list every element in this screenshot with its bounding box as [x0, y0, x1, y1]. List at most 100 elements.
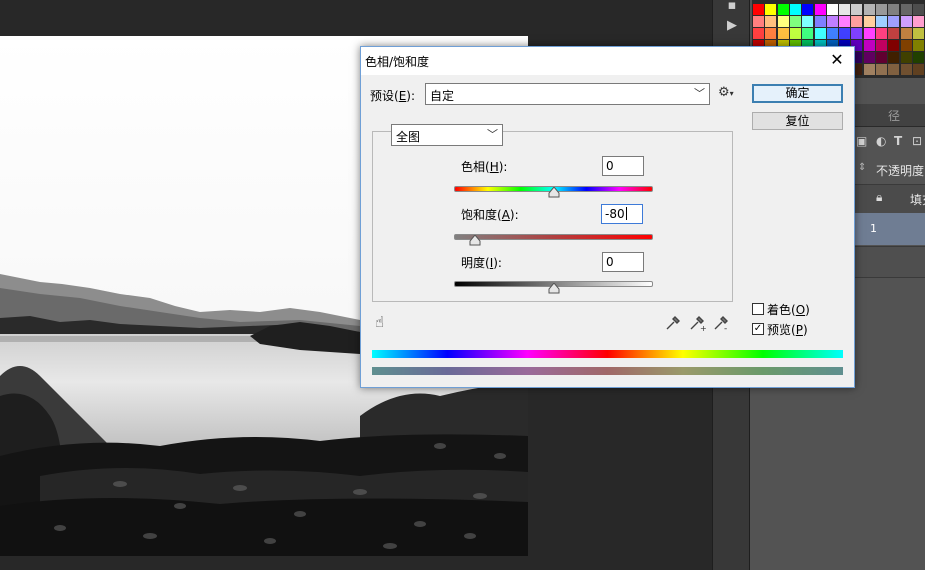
- saturation-label: 饱和度(A):: [461, 208, 519, 222]
- color-swatch[interactable]: [876, 40, 887, 51]
- color-swatch[interactable]: [814, 28, 826, 39]
- color-swatch[interactable]: [765, 28, 777, 39]
- info-icon[interactable]: ▪: [719, 0, 745, 16]
- color-swatch[interactable]: [900, 28, 912, 39]
- saturation-slider-track[interactable]: [454, 234, 653, 240]
- colorize-checkbox[interactable]: [752, 303, 764, 315]
- color-swatch[interactable]: [851, 4, 863, 15]
- color-swatch[interactable]: [839, 28, 851, 39]
- color-swatch[interactable]: [876, 28, 887, 39]
- color-swatch[interactable]: [839, 16, 851, 27]
- color-swatch[interactable]: [900, 4, 912, 15]
- color-swatch[interactable]: [888, 64, 900, 75]
- color-swatch[interactable]: [912, 16, 924, 27]
- hue-label: 色相(H):: [461, 160, 508, 174]
- channel-value: 全图: [396, 130, 421, 144]
- paths-tab[interactable]: 径: [888, 107, 900, 124]
- lock-icon[interactable]: 🔒︎: [876, 190, 882, 205]
- adjustment-filter-icon[interactable]: ▣: [856, 134, 867, 148]
- color-swatch[interactable]: [900, 64, 912, 75]
- color-swatch[interactable]: [863, 64, 875, 75]
- color-swatch[interactable]: [753, 28, 764, 39]
- color-swatch[interactable]: [753, 16, 764, 27]
- color-swatch[interactable]: [888, 16, 900, 27]
- lightness-slider-thumb[interactable]: [548, 283, 560, 294]
- color-swatch[interactable]: [912, 64, 924, 75]
- color-swatch[interactable]: [863, 16, 875, 27]
- lightness-label: 明度(I):: [461, 256, 502, 270]
- color-swatch[interactable]: [900, 16, 912, 27]
- type-filter-icon[interactable]: T: [894, 134, 902, 148]
- lightness-input[interactable]: 0: [602, 252, 644, 272]
- preset-label: 预设(E):: [370, 89, 416, 103]
- close-icon[interactable]: ✕: [828, 51, 846, 69]
- color-swatch[interactable]: [912, 52, 924, 63]
- color-swatch[interactable]: [863, 40, 875, 51]
- color-swatch[interactable]: [912, 28, 924, 39]
- spinner-icon[interactable]: ⇕: [858, 162, 866, 173]
- color-swatch[interactable]: [900, 40, 912, 51]
- channel-select[interactable]: 全图 ﹀: [391, 124, 503, 146]
- color-swatch[interactable]: [839, 4, 851, 15]
- preview-checkbox[interactable]: ✓: [752, 323, 764, 335]
- svg-text:-: -: [724, 324, 727, 331]
- opacity-label: 不透明度: [876, 164, 925, 178]
- color-swatch[interactable]: [863, 52, 875, 63]
- color-swatch[interactable]: [765, 4, 777, 15]
- dialog-title: 色相/饱和度: [365, 55, 430, 69]
- color-swatch[interactable]: [900, 52, 912, 63]
- color-swatch[interactable]: [814, 4, 826, 15]
- gear-icon[interactable]: ⚙▾: [718, 85, 734, 100]
- eyedropper-icon[interactable]: [665, 315, 681, 331]
- color-swatch[interactable]: [888, 4, 900, 15]
- preset-select[interactable]: 自定 ﹀: [425, 83, 710, 105]
- color-swatch[interactable]: [863, 4, 875, 15]
- eyedropper-add-icon[interactable]: +: [689, 315, 707, 331]
- color-swatch[interactable]: [876, 64, 887, 75]
- color-swatch[interactable]: [802, 4, 814, 15]
- svg-text:+: +: [700, 324, 707, 331]
- colorize-label: 着色(O): [767, 303, 810, 317]
- chevron-down-icon: ﹀: [487, 128, 498, 141]
- shape-filter-icon[interactable]: ⊡: [912, 134, 922, 148]
- color-swatch[interactable]: [777, 16, 789, 27]
- targeted-adjustment-icon[interactable]: ☝: [375, 313, 384, 331]
- color-swatch[interactable]: [802, 28, 814, 39]
- color-swatch[interactable]: [789, 4, 801, 15]
- color-swatch[interactable]: [876, 52, 887, 63]
- color-swatch[interactable]: [851, 16, 863, 27]
- color-swatch[interactable]: [826, 28, 838, 39]
- color-swatch[interactable]: [826, 16, 838, 27]
- color-swatch[interactable]: [753, 4, 764, 15]
- color-swatch[interactable]: [826, 4, 838, 15]
- color-swatch[interactable]: [888, 28, 900, 39]
- color-swatch[interactable]: [912, 4, 924, 15]
- color-swatch[interactable]: [912, 40, 924, 51]
- color-swatch[interactable]: [863, 28, 875, 39]
- eyedropper-subtract-icon[interactable]: -: [713, 315, 731, 331]
- color-swatch[interactable]: [876, 4, 887, 15]
- circle-filter-icon[interactable]: ◐: [876, 134, 886, 148]
- color-swatch[interactable]: [802, 16, 814, 27]
- color-swatch[interactable]: [777, 28, 789, 39]
- hue-slider-thumb[interactable]: [548, 187, 560, 198]
- color-swatch[interactable]: [765, 16, 777, 27]
- color-swatch[interactable]: [777, 4, 789, 15]
- chevron-down-icon: ﹀: [694, 87, 705, 100]
- reset-button[interactable]: 复位: [752, 112, 843, 130]
- ok-button[interactable]: 确定: [752, 84, 843, 103]
- hue-input[interactable]: 0: [602, 156, 644, 176]
- fill-label: 填充: [910, 193, 925, 207]
- color-swatch[interactable]: [789, 16, 801, 27]
- hue-saturation-dialog: 色相/饱和度 ✕ 预设(E): 自定 ﹀ ⚙▾ 确定 复位 全图 ﹀ 色相(H)…: [360, 46, 855, 388]
- dialog-titlebar[interactable]: 色相/饱和度 ✕: [361, 47, 854, 75]
- color-swatch[interactable]: [814, 16, 826, 27]
- play-icon[interactable]: ▶: [719, 16, 745, 36]
- color-swatch[interactable]: [888, 40, 900, 51]
- color-swatch[interactable]: [851, 28, 863, 39]
- saturation-input[interactable]: -80: [601, 204, 643, 224]
- color-swatch[interactable]: [888, 52, 900, 63]
- saturation-slider-thumb[interactable]: [469, 235, 481, 246]
- color-swatch[interactable]: [789, 28, 801, 39]
- color-swatch[interactable]: [876, 16, 887, 27]
